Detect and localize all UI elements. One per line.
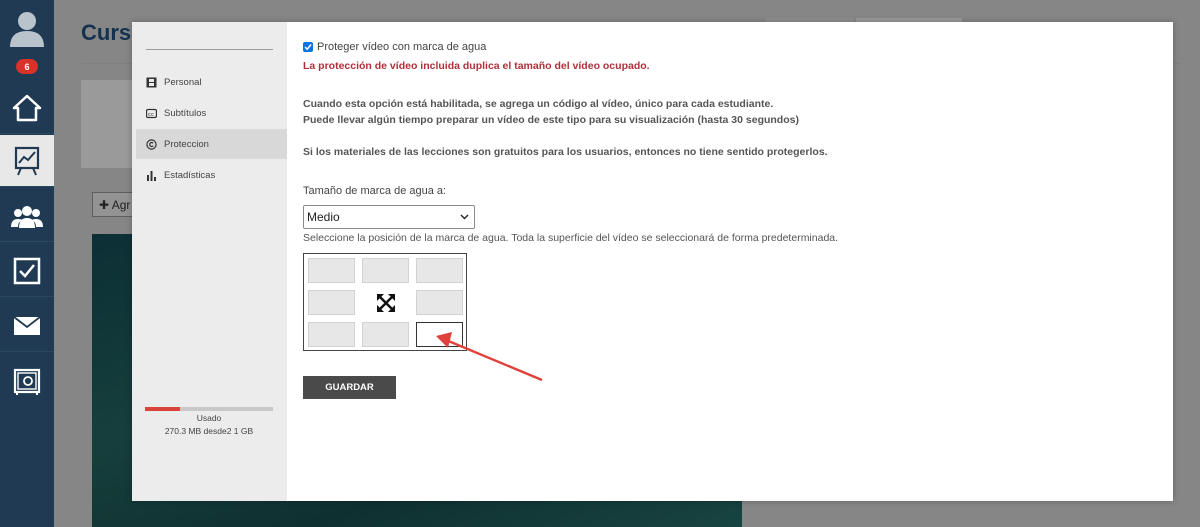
watermark-size-value: Medio [307,210,340,224]
nav-storage[interactable] [0,356,54,408]
watermark-size-label: Tamaño de marca de agua a: [303,185,447,197]
copyright-icon [146,138,157,150]
storage-usage-fill [145,407,180,411]
position-middle-left[interactable] [308,290,355,315]
modal-nav-label: Personal [164,76,202,88]
users-icon [11,205,43,228]
position-top-left[interactable] [308,258,355,283]
nav-users[interactable] [0,190,54,242]
chevron-down-icon [460,214,469,220]
annotation-arrow [436,332,543,382]
position-top-right[interactable] [416,258,463,283]
size-warning: La protección de vídeo incluida duplica … [303,60,650,72]
modal-nav-label: Subtítulos [164,107,207,119]
mail-icon [13,315,41,335]
home-icon [12,94,42,121]
position-bottom-left[interactable] [308,322,355,347]
user-avatar-icon [10,12,44,47]
modal-nav-personal[interactable]: Personal [136,67,287,97]
svg-text:cc: cc [148,112,154,118]
plus-icon: ✚ [99,198,110,212]
nav-home[interactable] [0,82,54,134]
info-text: Si los materiales de las lecciones son g… [303,146,828,158]
bar-chart-icon [146,170,157,181]
user-avatar[interactable] [0,0,54,54]
move-all-icon[interactable] [376,293,396,313]
notification-badge[interactable]: 6 [16,59,38,74]
storage-value: 270.3 MB desde2 1 GB [164,426,254,436]
protect-video-row[interactable]: Proteger vídeo con marca de agua [303,41,486,53]
position-top-center[interactable] [362,258,409,283]
position-hint: Seleccione la posición de la marca de ag… [303,232,839,244]
course-board-icon [14,146,40,175]
modal-sidebar: Personal cc Subtítulos Proteccion Estadí… [132,22,287,501]
film-icon [146,77,157,88]
storage-label: Usado [196,413,222,423]
modal-nav-subtitles[interactable]: cc Subtítulos [136,98,287,128]
save-button[interactable]: GUARDAR [303,376,396,399]
protection-modal: Personal cc Subtítulos Proteccion Estadí… [132,22,1173,501]
checkmark-icon [304,44,312,51]
protect-video-checkbox[interactable] [303,42,313,52]
modal-nav-label: Estadísticas [164,169,216,181]
safe-icon [13,368,41,395]
modal-nav-label: Proteccion [164,138,209,150]
app-sidebar: 6 [0,0,54,527]
modal-nav-protection[interactable]: Proteccion [136,129,287,159]
nav-courses[interactable] [0,135,54,187]
subtitles-icon: cc [146,108,157,119]
info-text: Cuando esta opción está habilitada, se a… [303,98,774,110]
position-middle-right[interactable] [416,290,463,315]
nav-tasks[interactable] [0,245,54,297]
info-text: Puede llevar algún tiempo preparar un ví… [303,114,799,126]
divider [146,49,273,50]
page-title: Curs [81,20,132,45]
modal-nav-statistics[interactable]: Estadísticas [136,160,287,190]
checkbox-icon [13,257,41,284]
nav-messages[interactable] [0,300,54,352]
storage-usage-bar [145,407,273,411]
position-bottom-center[interactable] [362,322,409,347]
modal-content: Proteger vídeo con marca de agua La prot… [287,22,1173,501]
add-button-label: Agr [111,198,131,212]
watermark-size-select[interactable]: Medio [303,205,475,229]
protect-video-label[interactable]: Proteger vídeo con marca de agua [317,41,486,53]
